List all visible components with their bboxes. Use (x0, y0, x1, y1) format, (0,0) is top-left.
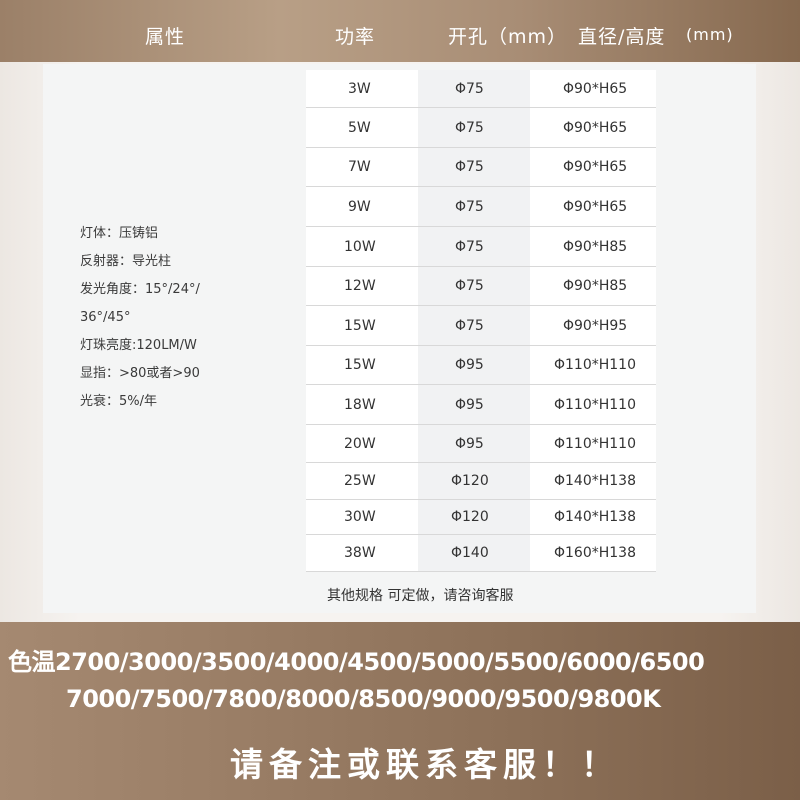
cell-dimensions: Φ110*H110 (554, 396, 636, 413)
cell-power: 12W (344, 278, 376, 294)
cell-power: 38W (344, 545, 376, 561)
cell-dimensions: Φ90*H65 (563, 159, 628, 175)
header-dimensions: 直径/高度 (578, 26, 666, 48)
cell-power: 3W (348, 80, 371, 97)
table-row: 15W Φ95 Φ110*H110 (306, 346, 656, 385)
cell-dimensions: Φ90*H65 (563, 119, 628, 136)
cell-power: 18W (344, 396, 376, 413)
cell-cutout: Φ95 (455, 357, 484, 373)
cell-cutout: Φ75 (455, 278, 484, 294)
color-temperature-line-2: 7000/7500/7800/8000/8500/9000/9500/9800K (66, 685, 661, 713)
table-row: 20W Φ95 Φ110*H110 (306, 425, 656, 463)
cell-power: 25W (344, 473, 376, 489)
cell-power: 7W (348, 159, 371, 175)
header-power: 功率 (335, 26, 376, 48)
cell-power: 5W (348, 119, 371, 136)
cell-dimensions: Φ110*H110 (554, 435, 636, 452)
cell-cutout: Φ75 (455, 80, 484, 97)
cell-cutout: Φ120 (451, 473, 489, 489)
table-row: 30W Φ120 Φ140*H138 (306, 500, 656, 535)
attribute-item: 光衰：5%/年 (80, 394, 158, 409)
header-attr: 属性 (145, 26, 186, 48)
table-row: 15W Φ75 Φ90*H95 (306, 306, 656, 346)
attribute-item: 显指：>80或者>90 (80, 366, 200, 381)
cell-dimensions: Φ90*H85 (563, 278, 628, 294)
cell-cutout: Φ95 (455, 396, 484, 413)
table-row: 7W Φ75 Φ90*H65 (306, 148, 656, 187)
table-row: 25W Φ120 Φ140*H138 (306, 463, 656, 500)
attribute-item: 灯体：压铸铝 (80, 226, 159, 241)
cell-dimensions: Φ140*H138 (554, 509, 636, 525)
cell-cutout: Φ120 (451, 509, 489, 525)
header-cutout: 开孔（mm） (448, 26, 568, 48)
header-dimensions-unit: (mm) (686, 25, 734, 44)
attribute-item: 36°/45° (80, 310, 131, 325)
table-row: 5W Φ75 Φ90*H65 (306, 108, 656, 148)
attribute-list: 灯体：压铸铝 反射器：导光柱 发光角度：15°/24°/ 36°/45° 灯珠亮… (80, 220, 200, 416)
cell-cutout: Φ75 (455, 119, 484, 136)
table-header: 属性 功率 开孔（mm） 直径/高度 (mm) (0, 0, 800, 64)
cell-cutout: Φ140 (451, 545, 489, 561)
attribute-item: 发光角度：15°/24°/ (80, 282, 200, 297)
cell-cutout: Φ95 (455, 435, 484, 452)
cell-power: 15W (344, 357, 376, 373)
table-row: 18W Φ95 Φ110*H110 (306, 385, 656, 425)
cell-dimensions: Φ90*H65 (563, 198, 628, 215)
cell-power: 20W (344, 435, 376, 452)
attribute-item: 灯珠亮度:120LM/W (80, 338, 197, 353)
cell-dimensions: Φ90*H65 (563, 80, 628, 97)
cell-dimensions: Φ90*H95 (563, 317, 628, 334)
cell-dimensions: Φ140*H138 (554, 473, 636, 489)
table-row: 9W Φ75 Φ90*H65 (306, 187, 656, 227)
cell-cutout: Φ75 (455, 159, 484, 175)
cell-dimensions: Φ110*H110 (554, 357, 636, 373)
cell-power: 9W (348, 198, 371, 215)
cell-cutout: Φ75 (455, 317, 484, 334)
custom-spec-note: 其他规格 可定做，请咨询客服 (327, 588, 514, 604)
cell-cutout: Φ75 (455, 198, 484, 215)
cell-power: 10W (344, 238, 376, 255)
table-row: 3W Φ75 Φ90*H65 (306, 70, 656, 108)
table-row: 38W Φ140 Φ160*H138 (306, 535, 656, 572)
table-row: 10W Φ75 Φ90*H85 (306, 227, 656, 267)
cell-dimensions: Φ160*H138 (554, 545, 636, 561)
contact-service-text: 请备注或联系客服！！ (230, 745, 620, 784)
cell-cutout: Φ75 (455, 238, 484, 255)
attribute-item: 反射器：导光柱 (80, 254, 172, 269)
cell-dimensions: Φ90*H85 (563, 238, 628, 255)
cell-power: 15W (344, 317, 376, 334)
cell-power: 30W (344, 509, 376, 525)
color-temperature-line-1: 色温2700/3000/3500/4000/4500/5000/5500/600… (8, 648, 705, 676)
table-row: 12W Φ75 Φ90*H85 (306, 267, 656, 306)
